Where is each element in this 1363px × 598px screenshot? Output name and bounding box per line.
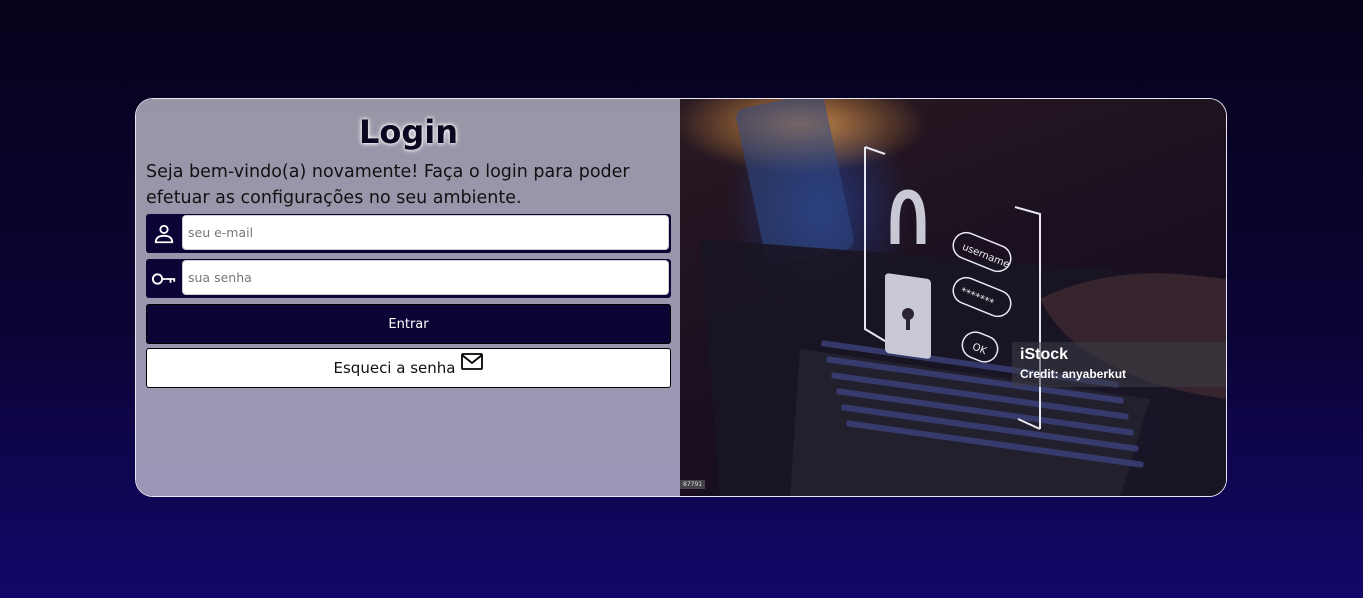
security-illustration: username ******* OK iStock Credit: anyab… [680,99,1226,496]
login-button-label: Entrar [388,316,429,332]
hologram-labels: username ******* OK [959,242,1011,358]
login-panel: Login Seja bem-vindo(a) novamente! Faça … [136,99,680,496]
password-field-group [146,259,671,298]
login-button[interactable]: Entrar [146,304,671,344]
watermark-credit: Credit: anyaberkut [1020,367,1127,381]
user-icon [146,214,182,253]
password-input[interactable] [182,260,669,295]
mail-icon [461,352,484,374]
istock-watermark: iStock Credit: anyaberkut [1012,342,1226,387]
ok-label: OK [971,342,989,358]
forgot-password-button[interactable]: Esqueci a senha [146,348,671,388]
page-title: Login [358,113,459,151]
username-label: username [960,242,1010,271]
image-id: 87791 [680,480,706,489]
watermark-brand: iStock [1020,346,1069,363]
welcome-text: Seja bem-vindo(a) novamente! Faça o logi… [146,162,630,208]
password-mask-label: ******* [959,286,996,309]
key-icon [146,259,182,298]
login-card: Login Seja bem-vindo(a) novamente! Faça … [135,98,1227,497]
forgot-password-label: Esqueci a senha [333,359,456,377]
email-input[interactable] [182,215,669,250]
email-field-group [146,214,671,253]
